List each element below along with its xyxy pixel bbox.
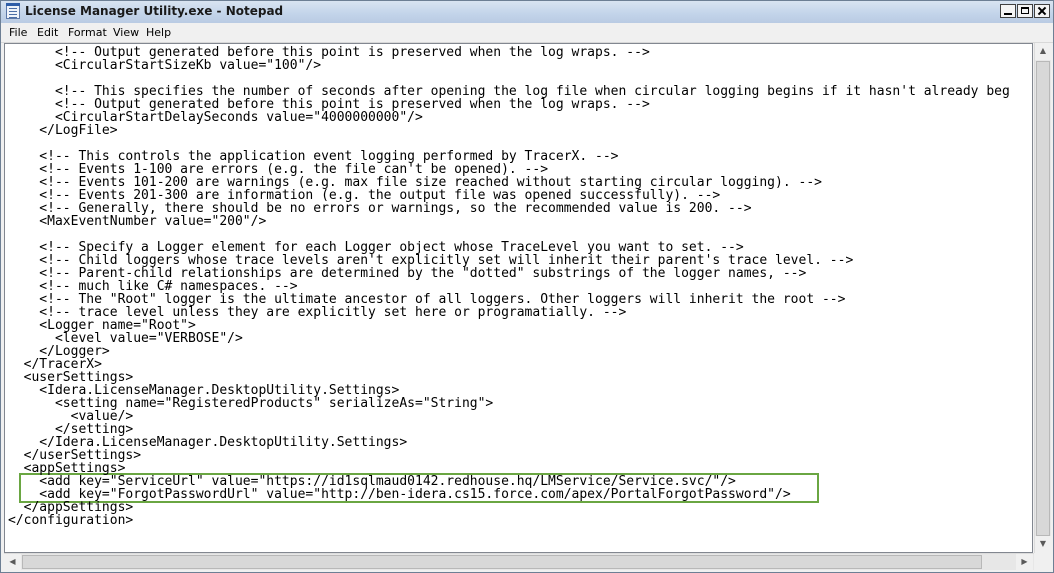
menu-file[interactable]: File (9, 26, 27, 39)
horizontal-scroll-thumb[interactable] (22, 555, 982, 569)
scroll-up-icon: ▲ (1039, 46, 1047, 55)
close-button[interactable] (1034, 4, 1050, 18)
vertical-scrollbar[interactable]: ▲ ▼ (1034, 43, 1051, 553)
notepad-window: License Manager Utility.exe - Notepad Fi… (0, 0, 1054, 573)
menu-bar: File Edit Format View Help (1, 23, 1053, 43)
menu-view[interactable]: View (113, 26, 139, 39)
menu-help[interactable]: Help (146, 26, 171, 39)
maximize-button[interactable] (1017, 4, 1033, 18)
minimize-button[interactable] (1000, 4, 1016, 18)
menu-format[interactable]: Format (68, 26, 107, 39)
text-editor[interactable]: <!-- Output generated before this point … (4, 43, 1033, 553)
text-line: <MaxEventNumber value="200"/> (8, 214, 267, 229)
horizontal-scrollbar[interactable]: ◀ ▶ (4, 553, 1034, 570)
vertical-scroll-thumb[interactable] (1036, 61, 1050, 536)
menu-edit[interactable]: Edit (37, 26, 58, 39)
window-title: License Manager Utility.exe - Notepad (25, 4, 284, 18)
notepad-icon[interactable] (6, 3, 20, 19)
scroll-left-icon: ◀ (9, 557, 16, 566)
text-line: <CircularStartSizeKb value="100"/> (8, 58, 322, 73)
scroll-right-button[interactable]: ▶ (1016, 554, 1033, 570)
scroll-left-button[interactable]: ◀ (4, 554, 21, 570)
text-line: </LogFile> (8, 123, 118, 138)
text-line: </configuration> (8, 513, 134, 528)
resize-grip[interactable] (1034, 553, 1051, 570)
scroll-up-button[interactable]: ▲ (1035, 43, 1051, 60)
scroll-right-icon: ▶ (1021, 557, 1028, 566)
title-bar[interactable]: License Manager Utility.exe - Notepad (1, 1, 1053, 24)
scroll-down-icon: ▼ (1039, 539, 1047, 548)
scroll-down-button[interactable]: ▼ (1035, 536, 1051, 553)
